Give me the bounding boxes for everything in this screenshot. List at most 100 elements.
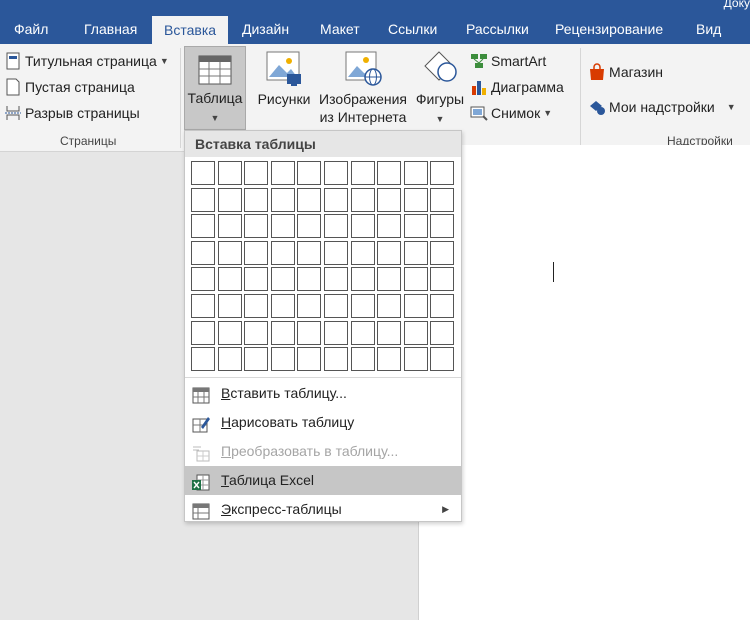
table-grid-cell[interactable] bbox=[377, 267, 401, 291]
table-grid-cell[interactable] bbox=[324, 267, 348, 291]
tab-references[interactable]: Ссылки bbox=[376, 14, 449, 44]
table-grid-cell[interactable] bbox=[191, 347, 215, 371]
table-grid-cell[interactable] bbox=[244, 267, 268, 291]
table-grid-cell[interactable] bbox=[377, 241, 401, 265]
tab-insert[interactable]: Вставка bbox=[152, 16, 229, 44]
table-grid-cell[interactable] bbox=[297, 188, 321, 212]
table-grid-cell[interactable] bbox=[351, 161, 375, 185]
table-grid-cell[interactable] bbox=[218, 188, 242, 212]
table-grid-cell[interactable] bbox=[297, 347, 321, 371]
table-grid-cell[interactable] bbox=[297, 214, 321, 238]
draw-table-item[interactable]: Нарисовать таблицу bbox=[185, 408, 461, 437]
table-grid-cell[interactable] bbox=[191, 321, 215, 345]
table-grid-cell[interactable] bbox=[351, 214, 375, 238]
table-grid-cell[interactable] bbox=[404, 188, 428, 212]
table-grid-cell[interactable] bbox=[351, 321, 375, 345]
table-grid-cell[interactable] bbox=[404, 321, 428, 345]
table-grid-cell[interactable] bbox=[324, 161, 348, 185]
tab-file[interactable]: Файл bbox=[2, 14, 60, 44]
pictures-button[interactable]: Рисунки bbox=[256, 50, 312, 108]
tab-review[interactable]: Рецензирование bbox=[543, 14, 675, 44]
table-grid-cell[interactable] bbox=[218, 347, 242, 371]
table-grid-cell[interactable] bbox=[218, 321, 242, 345]
table-button[interactable]: Таблица ▼ bbox=[184, 46, 246, 130]
table-grid-cell[interactable] bbox=[191, 294, 215, 318]
table-grid-cell[interactable] bbox=[404, 161, 428, 185]
table-grid-cell[interactable] bbox=[218, 294, 242, 318]
cover-page-button[interactable]: Титульная страница ▼ bbox=[4, 50, 169, 72]
chart-button[interactable]: Диаграмма bbox=[470, 76, 564, 98]
table-grid-cell[interactable] bbox=[271, 161, 295, 185]
table-grid-cell[interactable] bbox=[324, 347, 348, 371]
table-grid-cell[interactable] bbox=[271, 241, 295, 265]
table-grid-cell[interactable] bbox=[324, 214, 348, 238]
table-grid-cell[interactable] bbox=[377, 188, 401, 212]
table-grid-cell[interactable] bbox=[351, 188, 375, 212]
table-grid-cell[interactable] bbox=[404, 347, 428, 371]
table-grid-cell[interactable] bbox=[404, 241, 428, 265]
excel-table-item[interactable]: Таблица Excel bbox=[185, 466, 461, 495]
table-grid-cell[interactable] bbox=[191, 267, 215, 291]
table-grid-cell[interactable] bbox=[244, 214, 268, 238]
blank-page-button[interactable]: Пустая страница bbox=[4, 76, 135, 98]
table-grid-cell[interactable] bbox=[377, 161, 401, 185]
table-grid-cell[interactable] bbox=[244, 161, 268, 185]
table-grid-cell[interactable] bbox=[244, 241, 268, 265]
table-grid-cell[interactable] bbox=[430, 188, 454, 212]
table-grid-cell[interactable] bbox=[297, 294, 321, 318]
table-grid-cell[interactable] bbox=[351, 347, 375, 371]
table-grid-cell[interactable] bbox=[351, 241, 375, 265]
my-addins-button[interactable]: Мои надстройки ▼ bbox=[588, 96, 736, 118]
table-grid-cell[interactable] bbox=[297, 267, 321, 291]
tab-mailings[interactable]: Рассылки bbox=[454, 14, 541, 44]
table-grid-cell[interactable] bbox=[191, 161, 215, 185]
table-grid-cell[interactable] bbox=[191, 241, 215, 265]
table-grid-cell[interactable] bbox=[271, 347, 295, 371]
shapes-button[interactable]: Фигуры ▼ bbox=[412, 50, 468, 128]
table-grid-cell[interactable] bbox=[244, 188, 268, 212]
table-grid-cell[interactable] bbox=[271, 294, 295, 318]
online-pictures-button[interactable]: Изображения из Интернета bbox=[314, 50, 412, 126]
tab-view[interactable]: Вид bbox=[684, 14, 733, 44]
table-grid-cell[interactable] bbox=[324, 294, 348, 318]
tab-design[interactable]: Дизайн bbox=[230, 14, 301, 44]
page-break-button[interactable]: Разрыв страницы bbox=[4, 102, 140, 124]
table-grid-cell[interactable] bbox=[191, 188, 215, 212]
document-page[interactable] bbox=[418, 145, 750, 620]
table-grid-cell[interactable] bbox=[218, 161, 242, 185]
table-grid-cell[interactable] bbox=[297, 161, 321, 185]
table-grid-cell[interactable] bbox=[191, 214, 215, 238]
table-grid-cell[interactable] bbox=[324, 188, 348, 212]
screenshot-button[interactable]: Снимок ▼ bbox=[470, 102, 552, 124]
table-grid-cell[interactable] bbox=[297, 321, 321, 345]
table-grid-cell[interactable] bbox=[218, 267, 242, 291]
table-grid-cell[interactable] bbox=[271, 214, 295, 238]
table-grid-cell[interactable] bbox=[430, 161, 454, 185]
table-grid-cell[interactable] bbox=[404, 294, 428, 318]
table-grid-cell[interactable] bbox=[244, 347, 268, 371]
tab-home[interactable]: Главная bbox=[72, 14, 149, 44]
table-grid-cell[interactable] bbox=[430, 294, 454, 318]
table-grid-cell[interactable] bbox=[404, 267, 428, 291]
table-grid-cell[interactable] bbox=[271, 321, 295, 345]
table-grid-cell[interactable] bbox=[218, 214, 242, 238]
table-grid-cell[interactable] bbox=[430, 347, 454, 371]
table-grid-cell[interactable] bbox=[244, 294, 268, 318]
store-button[interactable]: Магазин bbox=[588, 61, 663, 83]
table-grid-cell[interactable] bbox=[430, 241, 454, 265]
table-grid-cell[interactable] bbox=[324, 321, 348, 345]
table-grid-cell[interactable] bbox=[377, 294, 401, 318]
table-grid-cell[interactable] bbox=[351, 294, 375, 318]
insert-table-item[interactable]: Вставить таблицу... bbox=[185, 379, 461, 408]
smartart-button[interactable]: SmartArt bbox=[470, 50, 546, 72]
table-grid-cell[interactable] bbox=[377, 347, 401, 371]
table-grid-cell[interactable] bbox=[324, 241, 348, 265]
table-grid-cell[interactable] bbox=[430, 267, 454, 291]
table-grid-cell[interactable] bbox=[351, 267, 375, 291]
table-grid-cell[interactable] bbox=[377, 214, 401, 238]
table-grid-cell[interactable] bbox=[244, 321, 268, 345]
table-grid-cell[interactable] bbox=[377, 321, 401, 345]
tab-layout[interactable]: Макет bbox=[308, 14, 372, 44]
quick-tables-item[interactable]: Экспресс-таблицы ▶ bbox=[185, 495, 461, 524]
table-grid-cell[interactable] bbox=[404, 214, 428, 238]
